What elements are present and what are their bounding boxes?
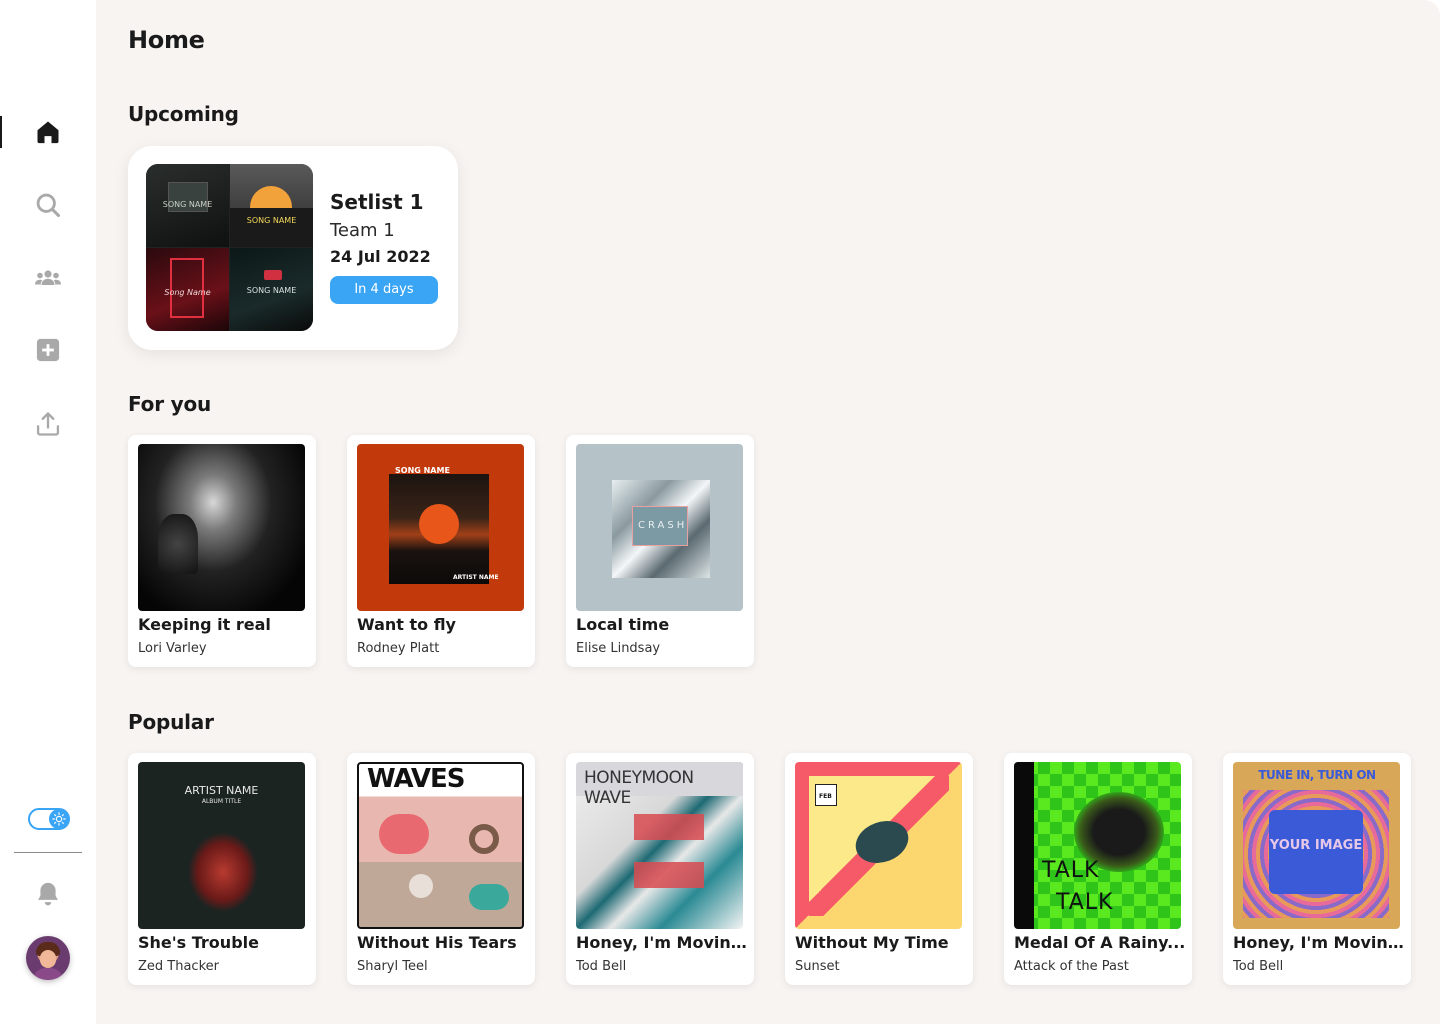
song-card[interactable]: Keeping it real Lori Varley <box>128 435 316 667</box>
song-title: Without My Time <box>795 933 949 952</box>
for-you-heading: For you <box>128 392 212 416</box>
song-card[interactable]: TALK TALK Medal Of A Rainy... Attack of … <box>1004 753 1192 985</box>
search-icon <box>36 193 61 218</box>
upcoming-setlist-card[interactable]: SONG NAME SONG NAME Song Name SONG NAME … <box>128 146 458 350</box>
nav-upload[interactable] <box>0 404 96 444</box>
avatar[interactable] <box>26 936 70 980</box>
page-title: Home <box>128 26 205 54</box>
song-card[interactable]: ARTIST NAME ALBUM TITLE She's Trouble Ze… <box>128 753 316 985</box>
song-title: Honey, I'm Moving... <box>1233 933 1405 952</box>
home-icon <box>37 121 59 144</box>
nav-add[interactable] <box>0 330 96 370</box>
song-artist: Sunset <box>795 959 840 974</box>
song-artist: Rodney Platt <box>357 641 440 656</box>
mosaic-tile: SONG NAME <box>230 164 313 247</box>
sidebar <box>0 0 96 1024</box>
main-content: Home Upcoming SONG NAME SONG NAME Song N… <box>96 0 1440 1024</box>
song-artist: Sharyl Teel <box>357 959 428 974</box>
album-cover: FEB <box>795 762 962 929</box>
album-cover: TUNE IN, TURN ON YOUR IMAGE <box>1233 762 1400 929</box>
setlist-mosaic: SONG NAME SONG NAME Song Name SONG NAME <box>146 164 313 331</box>
song-title: Without His Tears <box>357 933 517 952</box>
notifications-button[interactable] <box>0 874 96 914</box>
song-title: Keeping it real <box>138 615 271 634</box>
upload-icon <box>36 412 60 436</box>
setlist-team: Team 1 <box>330 220 395 241</box>
album-cover: WAVES <box>357 762 524 929</box>
album-cover: HONEYMOON WAVE <box>576 762 743 929</box>
users-icon <box>35 270 61 285</box>
song-card[interactable]: CRASH Local time Elise Lindsay <box>566 435 754 667</box>
popular-heading: Popular <box>128 710 214 734</box>
song-card[interactable]: SONG NAME ARTIST NAME Want to fly Rodney… <box>347 435 535 667</box>
song-card[interactable]: TUNE IN, TURN ON YOUR IMAGE Honey, I'm M… <box>1223 753 1411 985</box>
song-artist: Tod Bell <box>1233 959 1284 974</box>
sidebar-divider <box>14 852 82 853</box>
song-title: Local time <box>576 615 670 634</box>
song-artist: Lori Varley <box>138 641 207 656</box>
album-cover: SONG NAME ARTIST NAME <box>357 444 524 611</box>
song-artist: Elise Lindsay <box>576 641 661 656</box>
album-cover: TALK TALK <box>1014 762 1181 929</box>
song-card[interactable]: WAVES Without His Tears Sharyl Teel <box>347 753 535 985</box>
setlist-date: 24 Jul 2022 <box>330 247 431 266</box>
bell-icon <box>38 882 58 906</box>
setlist-info: Setlist 1 Team 1 24 Jul 2022 In 4 days <box>330 190 438 304</box>
song-artist: Zed Thacker <box>138 959 219 974</box>
nav-home[interactable] <box>0 112 96 152</box>
album-cover: CRASH <box>576 444 743 611</box>
theme-toggle[interactable] <box>28 808 70 830</box>
song-artist: Attack of the Past <box>1014 959 1129 974</box>
album-cover <box>138 444 305 611</box>
song-card[interactable]: HONEYMOON WAVE Honey, I'm Moving... Tod … <box>566 753 754 985</box>
nav-search[interactable] <box>0 185 96 225</box>
days-until-badge: In 4 days <box>330 276 438 304</box>
album-cover: ARTIST NAME ALBUM TITLE <box>138 762 305 929</box>
nav-teams[interactable] <box>0 258 96 298</box>
mosaic-tile: SONG NAME <box>146 164 229 247</box>
song-title: Honey, I'm Moving... <box>576 933 748 952</box>
song-artist: Tod Bell <box>576 959 627 974</box>
song-title: Want to fly <box>357 615 456 634</box>
setlist-name: Setlist 1 <box>330 190 424 214</box>
add-square-icon <box>36 338 60 362</box>
mosaic-tile: SONG NAME <box>230 248 313 331</box>
upcoming-heading: Upcoming <box>128 102 239 126</box>
sun-icon <box>49 809 69 829</box>
song-card[interactable]: FEB Without My Time Sunset <box>785 753 973 985</box>
song-title: She's Trouble <box>138 933 259 952</box>
song-title: Medal Of A Rainy... <box>1014 933 1186 952</box>
mosaic-tile: Song Name <box>146 248 229 331</box>
